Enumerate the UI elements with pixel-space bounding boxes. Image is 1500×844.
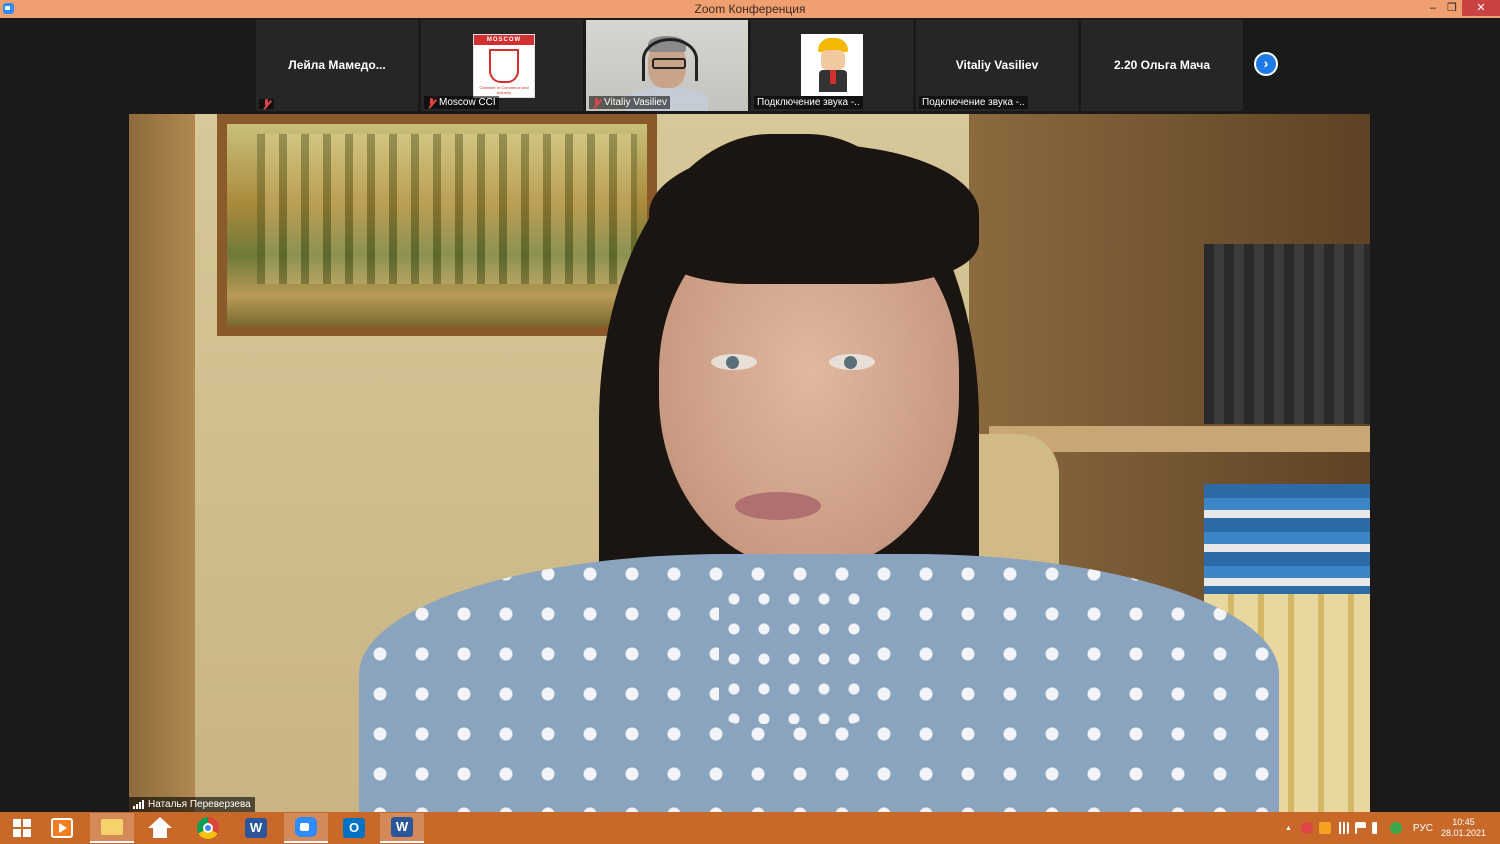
title-bar: Zoom Конференция – ❐ ✕ (0, 0, 1500, 18)
language-indicator[interactable]: РУС (1413, 823, 1433, 834)
clock[interactable]: 10:45 28.01.2021 (1441, 817, 1486, 839)
outlook-icon: O (343, 818, 365, 838)
next-page-button[interactable]: › (1254, 52, 1278, 76)
participant-tile[interactable]: Vitaliy Vasiliev (586, 20, 748, 111)
participant-tile[interactable]: MOSCOW Chamber of Commerce and Industry … (421, 20, 583, 111)
participants-strip: Лейла Мамедо... MOSCOW Chamber of Commer… (0, 18, 1500, 113)
participant-name: Vitaliy Vasiliev (955, 58, 1039, 72)
system-tray: ▲ РУС 10:45 28.01.2021 (1285, 812, 1500, 844)
taskbar-media-player[interactable] (40, 813, 84, 843)
mic-muted-icon (262, 99, 271, 109)
signal-strength-icon (133, 800, 144, 809)
taskbar-chrome[interactable] (186, 813, 230, 843)
tray-expand-icon[interactable]: ▲ (1285, 825, 1292, 832)
mic-muted-icon (427, 97, 436, 108)
chrome-icon (197, 817, 219, 839)
word-icon: W (391, 817, 413, 837)
participant-label: Vitaliy Vasiliev (589, 96, 670, 109)
taskbar-word[interactable]: W (234, 813, 278, 843)
windows-icon (13, 819, 31, 837)
taskbar: W O W ▲ РУС 10:45 28.01.2021 (0, 812, 1500, 844)
zoom-icon (295, 817, 317, 837)
participant-tile[interactable]: 2.20 Ольга Мача (1081, 20, 1243, 111)
participant-tile[interactable]: Подключение звука -.. (751, 20, 913, 111)
flag-icon[interactable] (1354, 822, 1366, 834)
word-icon: W (245, 818, 267, 838)
folder-icon (101, 819, 123, 835)
home-icon (148, 817, 172, 839)
mic-muted-icon (592, 97, 601, 108)
antivirus-icon[interactable] (1300, 822, 1313, 834)
participant-label: Подключение звука -.. (754, 96, 863, 109)
app-tray-icon[interactable] (1318, 822, 1331, 834)
participant-name: 2.20 Ольга Мача (1113, 58, 1211, 72)
participant-label: Подключение звука -.. (919, 96, 1028, 109)
close-button[interactable]: ✕ (1462, 0, 1500, 16)
emblem-icon (489, 49, 519, 83)
cartoon-avatar (801, 34, 863, 96)
participant-label (259, 99, 274, 109)
media-player-icon (51, 818, 73, 838)
taskbar-file-explorer[interactable] (90, 813, 134, 843)
update-icon[interactable] (1389, 822, 1402, 834)
volume-icon[interactable] (1371, 822, 1384, 834)
participant-tile[interactable]: Лейла Мамедо... (256, 20, 418, 111)
taskbar-home[interactable] (138, 813, 182, 843)
main-speaker-video (129, 114, 1370, 812)
participant-tile[interactable]: Vitaliy Vasiliev Подключение звука -.. (916, 20, 1078, 111)
taskbar-outlook[interactable]: O (332, 813, 376, 843)
start-button[interactable] (0, 813, 44, 843)
participant-label: Moscow CCI (424, 96, 499, 109)
taskbar-word-2[interactable]: W (380, 813, 424, 843)
taskbar-zoom[interactable] (284, 813, 328, 843)
painting (217, 114, 657, 336)
window-title: Zoom Конференция (694, 2, 806, 16)
participant-name: Лейла Мамедо... (288, 58, 386, 72)
moscow-cci-logo: MOSCOW Chamber of Commerce and Industry (473, 34, 535, 98)
network-icon[interactable] (1336, 822, 1349, 834)
speaker-name-label: Наталья Переверзева (129, 797, 255, 812)
